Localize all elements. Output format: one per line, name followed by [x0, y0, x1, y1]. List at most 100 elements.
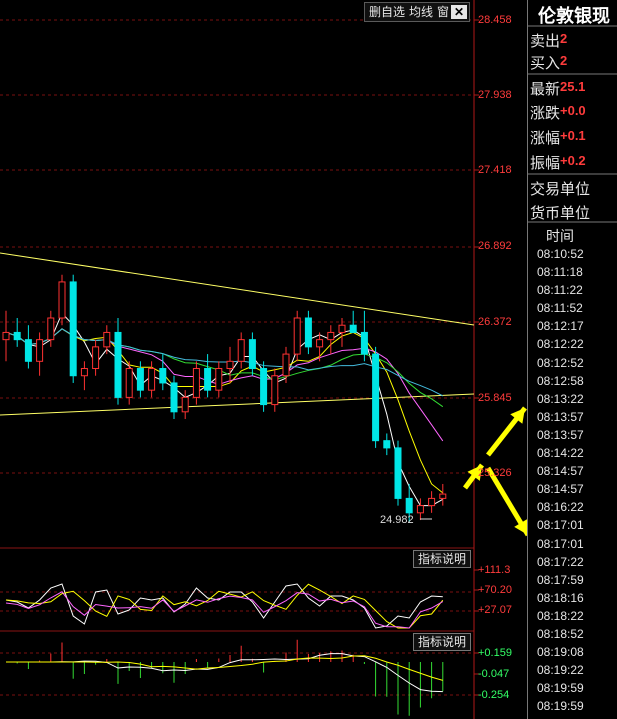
indicator-line	[5, 583, 443, 629]
candle-body	[192, 368, 200, 398]
y-axis-label: 25.845	[478, 392, 512, 404]
candle-body	[181, 396, 189, 413]
trade-unit-label: 交易单位	[530, 181, 591, 198]
close-icon[interactable]: ✕	[451, 5, 468, 19]
tick-time-list: 08:10:52 08:11:18 08:11:22 08:11:52 08:12:17…	[537, 245, 584, 715]
candle-body	[428, 497, 436, 507]
tick-time: 08:19:59	[537, 699, 584, 714]
candle-body	[405, 497, 413, 514]
candle-body	[416, 505, 424, 514]
lower-trendline	[0, 393, 475, 416]
candle-body	[439, 493, 447, 499]
candle-body	[92, 346, 100, 370]
indicator-explain-button[interactable]: 指标说明	[413, 633, 471, 651]
candle-body	[36, 339, 44, 362]
tick-time: 08:12:22	[537, 337, 584, 352]
tick-time: 08:19:08	[537, 645, 584, 660]
delete-watch-button[interactable]: 删自选	[367, 5, 407, 19]
tick-time: 08:12:17	[537, 319, 584, 334]
indicator-explain-button[interactable]: 指标说明	[413, 550, 471, 568]
candle-body	[293, 317, 301, 355]
candle-body	[282, 353, 290, 377]
candle-body	[80, 368, 88, 377]
quote-row-sell: 卖出 2	[530, 31, 568, 50]
tick-time: 08:11:52	[537, 301, 583, 316]
tick-time: 08:12:58	[537, 373, 584, 388]
candle-body	[215, 368, 223, 391]
candle-body	[24, 339, 32, 362]
candle-body	[2, 331, 10, 341]
ma-line-button[interactable]: 均线	[407, 5, 435, 19]
candle-body	[316, 339, 324, 348]
tick-time: 08:17:01	[537, 536, 584, 551]
candle-body	[148, 368, 156, 391]
tick-time: 08:13:57	[537, 427, 584, 442]
candle-body	[360, 331, 368, 355]
candle-body	[226, 360, 234, 370]
tick-time: 08:14:57	[537, 464, 584, 479]
tick-time: 08:19:22	[537, 663, 584, 678]
candlesticks	[2, 274, 447, 523]
tick-time: 08:11:22	[537, 283, 583, 298]
candle-body	[125, 368, 133, 398]
candle-body	[327, 331, 335, 341]
candle-body	[394, 447, 402, 499]
tick-time: 08:19:59	[537, 681, 584, 696]
candle-body	[159, 368, 167, 384]
y-axis-label: 27.938	[478, 89, 512, 101]
quote-row-latest: 最新 25.1	[530, 79, 586, 98]
candle-body	[204, 368, 212, 391]
tick-time: 08:17:22	[537, 554, 584, 569]
candle-body	[47, 317, 55, 341]
tick-time: 08:14:22	[537, 446, 584, 461]
quote-row-change: 涨跌 +0.0	[530, 103, 586, 122]
tick-time: 08:17:01	[537, 518, 584, 533]
currency-unit-label: 货币单位	[530, 205, 591, 222]
dea-line	[6, 655, 443, 681]
macd-indicator-pane	[5, 583, 444, 629]
candle-body	[349, 324, 357, 333]
tick-time: 08:13:57	[537, 409, 584, 424]
tick-time: 08:11:18	[537, 265, 583, 280]
tick-time: 08:18:16	[537, 590, 584, 605]
candle-body	[248, 339, 256, 370]
time-column-header: 时间	[546, 228, 574, 244]
tick-time: 08:18:52	[537, 626, 584, 641]
kdj-axis-label: -0.254	[478, 689, 510, 701]
tick-time: 08:14:57	[537, 482, 584, 497]
candle-body	[103, 331, 111, 348]
y-axis-label: 26.892	[478, 240, 512, 252]
quote-row-buy: 买入 2	[530, 53, 568, 72]
low-price-annotation: 24.982	[380, 514, 414, 526]
candle-body	[13, 331, 21, 341]
macd-axis-label: +70.20	[478, 584, 512, 596]
candle-body	[271, 375, 279, 406]
tick-time: 08:17:59	[537, 572, 584, 587]
candle-body	[136, 368, 144, 391]
window-button[interactable]: 窗	[435, 5, 451, 19]
candle-body	[114, 331, 122, 398]
tick-time: 08:16:22	[537, 500, 584, 515]
chart-toolbar: 删自选 均线窗 ✕	[364, 2, 471, 22]
candle-body	[372, 353, 380, 442]
price-chart	[0, 0, 601, 719]
y-axis-label: 27.418	[478, 164, 512, 176]
y-axis-label: 28.458	[478, 14, 512, 26]
macd-axis-label: +111.3	[478, 564, 511, 576]
kdj-axis-label: -0.047	[478, 668, 510, 680]
candle-body	[383, 440, 391, 449]
tick-time: 08:10:52	[537, 247, 584, 261]
quote-row-amplitude: 振幅 +0.2	[530, 153, 586, 172]
quote-row-change-pct: 涨幅 +0.1	[530, 128, 586, 147]
indicator-line	[5, 583, 444, 629]
tick-time: 08:18:22	[537, 608, 584, 623]
tick-time: 08:12:52	[537, 355, 584, 370]
candle-body	[170, 382, 178, 413]
candle-body	[237, 339, 245, 362]
candle-body	[304, 317, 312, 348]
candle-body	[338, 324, 346, 333]
kdj-axis-label: +0.159	[478, 647, 512, 659]
tick-time: 08:13:22	[537, 391, 584, 406]
candle-body	[69, 281, 77, 377]
y-axis-label: 26.372	[478, 316, 512, 328]
